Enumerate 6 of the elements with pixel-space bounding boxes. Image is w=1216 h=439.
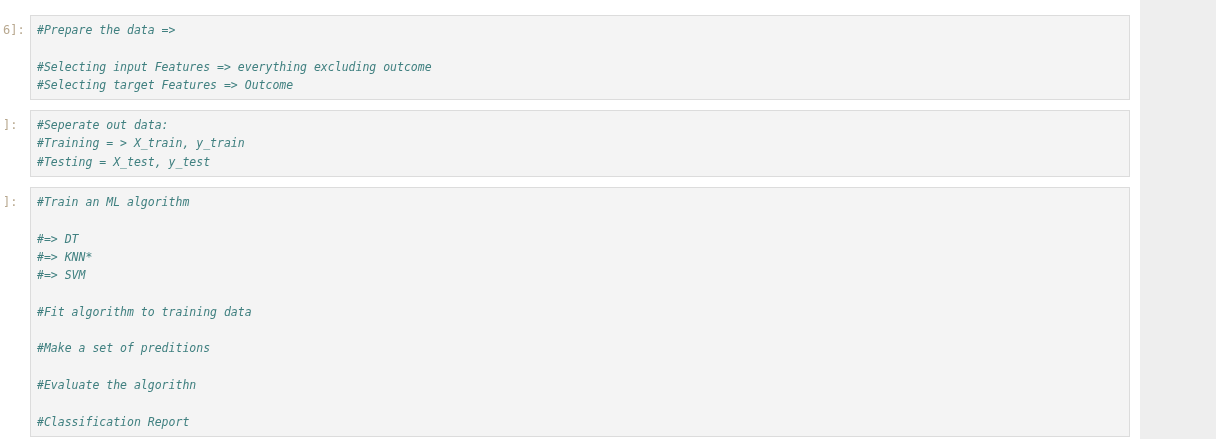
code-cell[interactable]: #Prepare the data => #Selecting input Features => everything excluding outcome #Selecting target Features => Outcome <box>30 15 1130 101</box>
code-cell[interactable]: #Train an ML algorithm #=> DT #=> KNN* #=> SVM #Fit algorithm to training data #Make a set of preditions #Evaluate the algorithn #Classification Report <box>30 187 1130 437</box>
cell-prompt: ]: <box>2 194 19 212</box>
cell-prompt: ]: <box>2 117 19 135</box>
code-cell[interactable]: #Seperate out data: #Training = > X_train, y_train #Testing = X_test, y_test <box>30 110 1130 178</box>
cell-prompt: 6]: <box>2 22 26 39</box>
